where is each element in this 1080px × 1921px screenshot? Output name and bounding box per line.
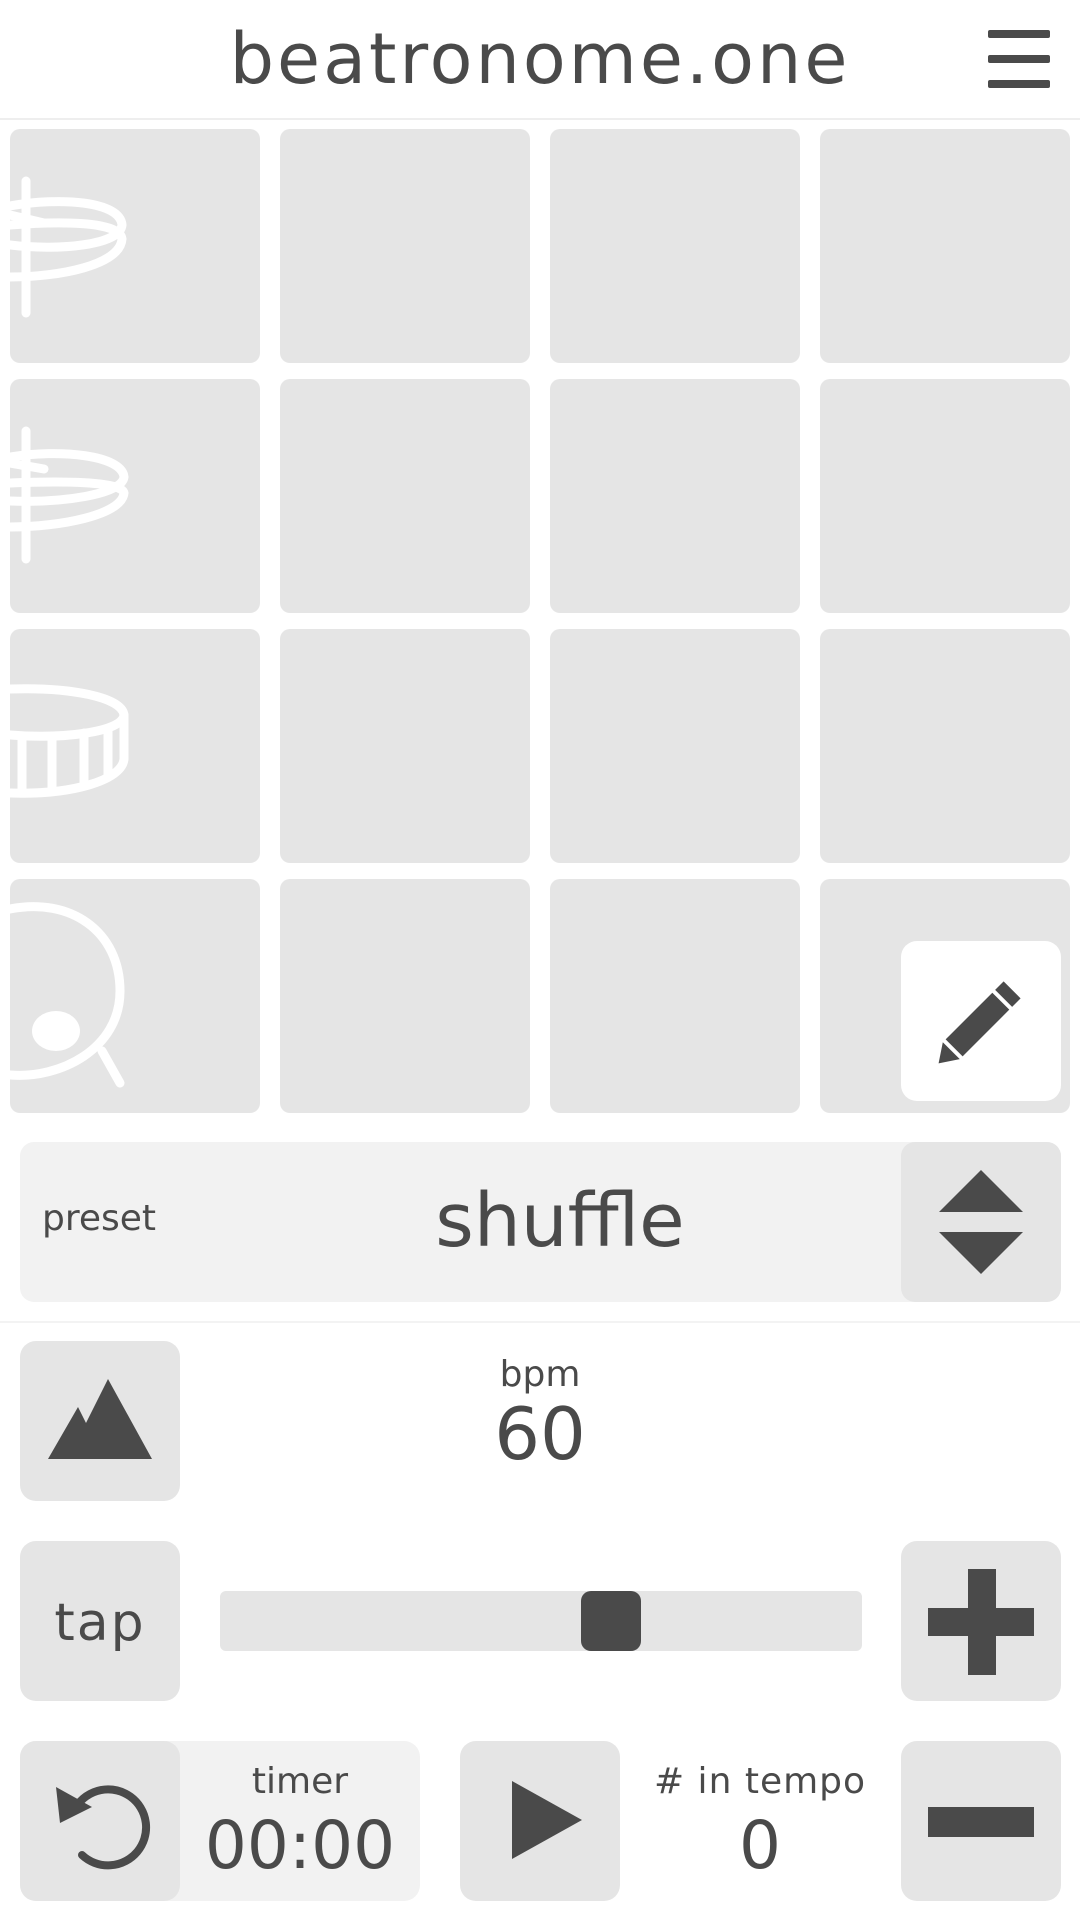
- in-tempo-value: 0: [739, 1807, 781, 1884]
- preset-selector: preset shuffle: [20, 1142, 1061, 1302]
- pad-row2-step1[interactable]: [10, 379, 260, 613]
- accent-button[interactable]: [20, 1341, 180, 1501]
- plus-icon: [928, 1569, 1034, 1675]
- snare-drum-icon: [10, 684, 129, 798]
- reset-timer-button[interactable]: [20, 1741, 180, 1901]
- play-button[interactable]: [460, 1741, 620, 1901]
- reset-icon: [56, 1785, 151, 1870]
- menu-button[interactable]: [984, 26, 1054, 92]
- pad-row1-step3[interactable]: [550, 129, 800, 363]
- pad-row4-step1[interactable]: [10, 879, 260, 1113]
- tempo-slider[interactable]: [220, 1591, 862, 1651]
- pad-row3-step3[interactable]: [550, 629, 800, 863]
- tap-button[interactable]: tap: [20, 1541, 180, 1701]
- chevron-up-down-icon: [939, 1170, 1023, 1274]
- edit-pattern-button[interactable]: [901, 941, 1061, 1101]
- decrease-bpm-button[interactable]: [901, 1741, 1061, 1901]
- timer-label: timer: [251, 1761, 349, 1802]
- pad-row2-step2[interactable]: [280, 379, 530, 613]
- in-tempo-label: # in tempo: [653, 1761, 867, 1802]
- preset-value[interactable]: shuffle: [320, 1178, 800, 1264]
- kick-drum-icon: [10, 902, 125, 1088]
- hihat-icon: [10, 176, 127, 318]
- pad-row1-step4[interactable]: [820, 129, 1070, 363]
- app-title: beatronome.one: [229, 18, 851, 100]
- pad-row2-step3[interactable]: [550, 379, 800, 613]
- bpm-value: 60: [494, 1392, 586, 1476]
- pencil-icon: [938, 981, 1021, 1064]
- timer-panel: timer 00:00: [20, 1741, 420, 1901]
- play-icon: [512, 1781, 582, 1859]
- pad-row3-step4[interactable]: [820, 629, 1070, 863]
- pad-row3-step1[interactable]: [10, 629, 260, 863]
- bpm-label: bpm: [499, 1354, 581, 1395]
- pad-row3-step2[interactable]: [280, 629, 530, 863]
- preset-label: preset: [42, 1198, 157, 1239]
- section-divider: [0, 1321, 1080, 1323]
- timer-value: 00:00: [204, 1807, 396, 1884]
- app-header: beatronome.one: [0, 0, 1080, 120]
- pad-row1-step1[interactable]: [10, 129, 260, 363]
- preset-toggle-button[interactable]: [901, 1142, 1061, 1302]
- pad-row4-step2[interactable]: [280, 879, 530, 1113]
- increase-bpm-button[interactable]: [901, 1541, 1061, 1701]
- pad-row4-step3[interactable]: [550, 879, 800, 1113]
- mountain-icon: [48, 1379, 152, 1459]
- tempo-slider-thumb[interactable]: [581, 1591, 641, 1651]
- pad-row1-step2[interactable]: [280, 129, 530, 363]
- minus-icon: [928, 1807, 1034, 1837]
- tap-label: tap: [54, 1593, 146, 1653]
- pad-row2-step4[interactable]: [820, 379, 1070, 613]
- cymbal-icon: [10, 426, 129, 564]
